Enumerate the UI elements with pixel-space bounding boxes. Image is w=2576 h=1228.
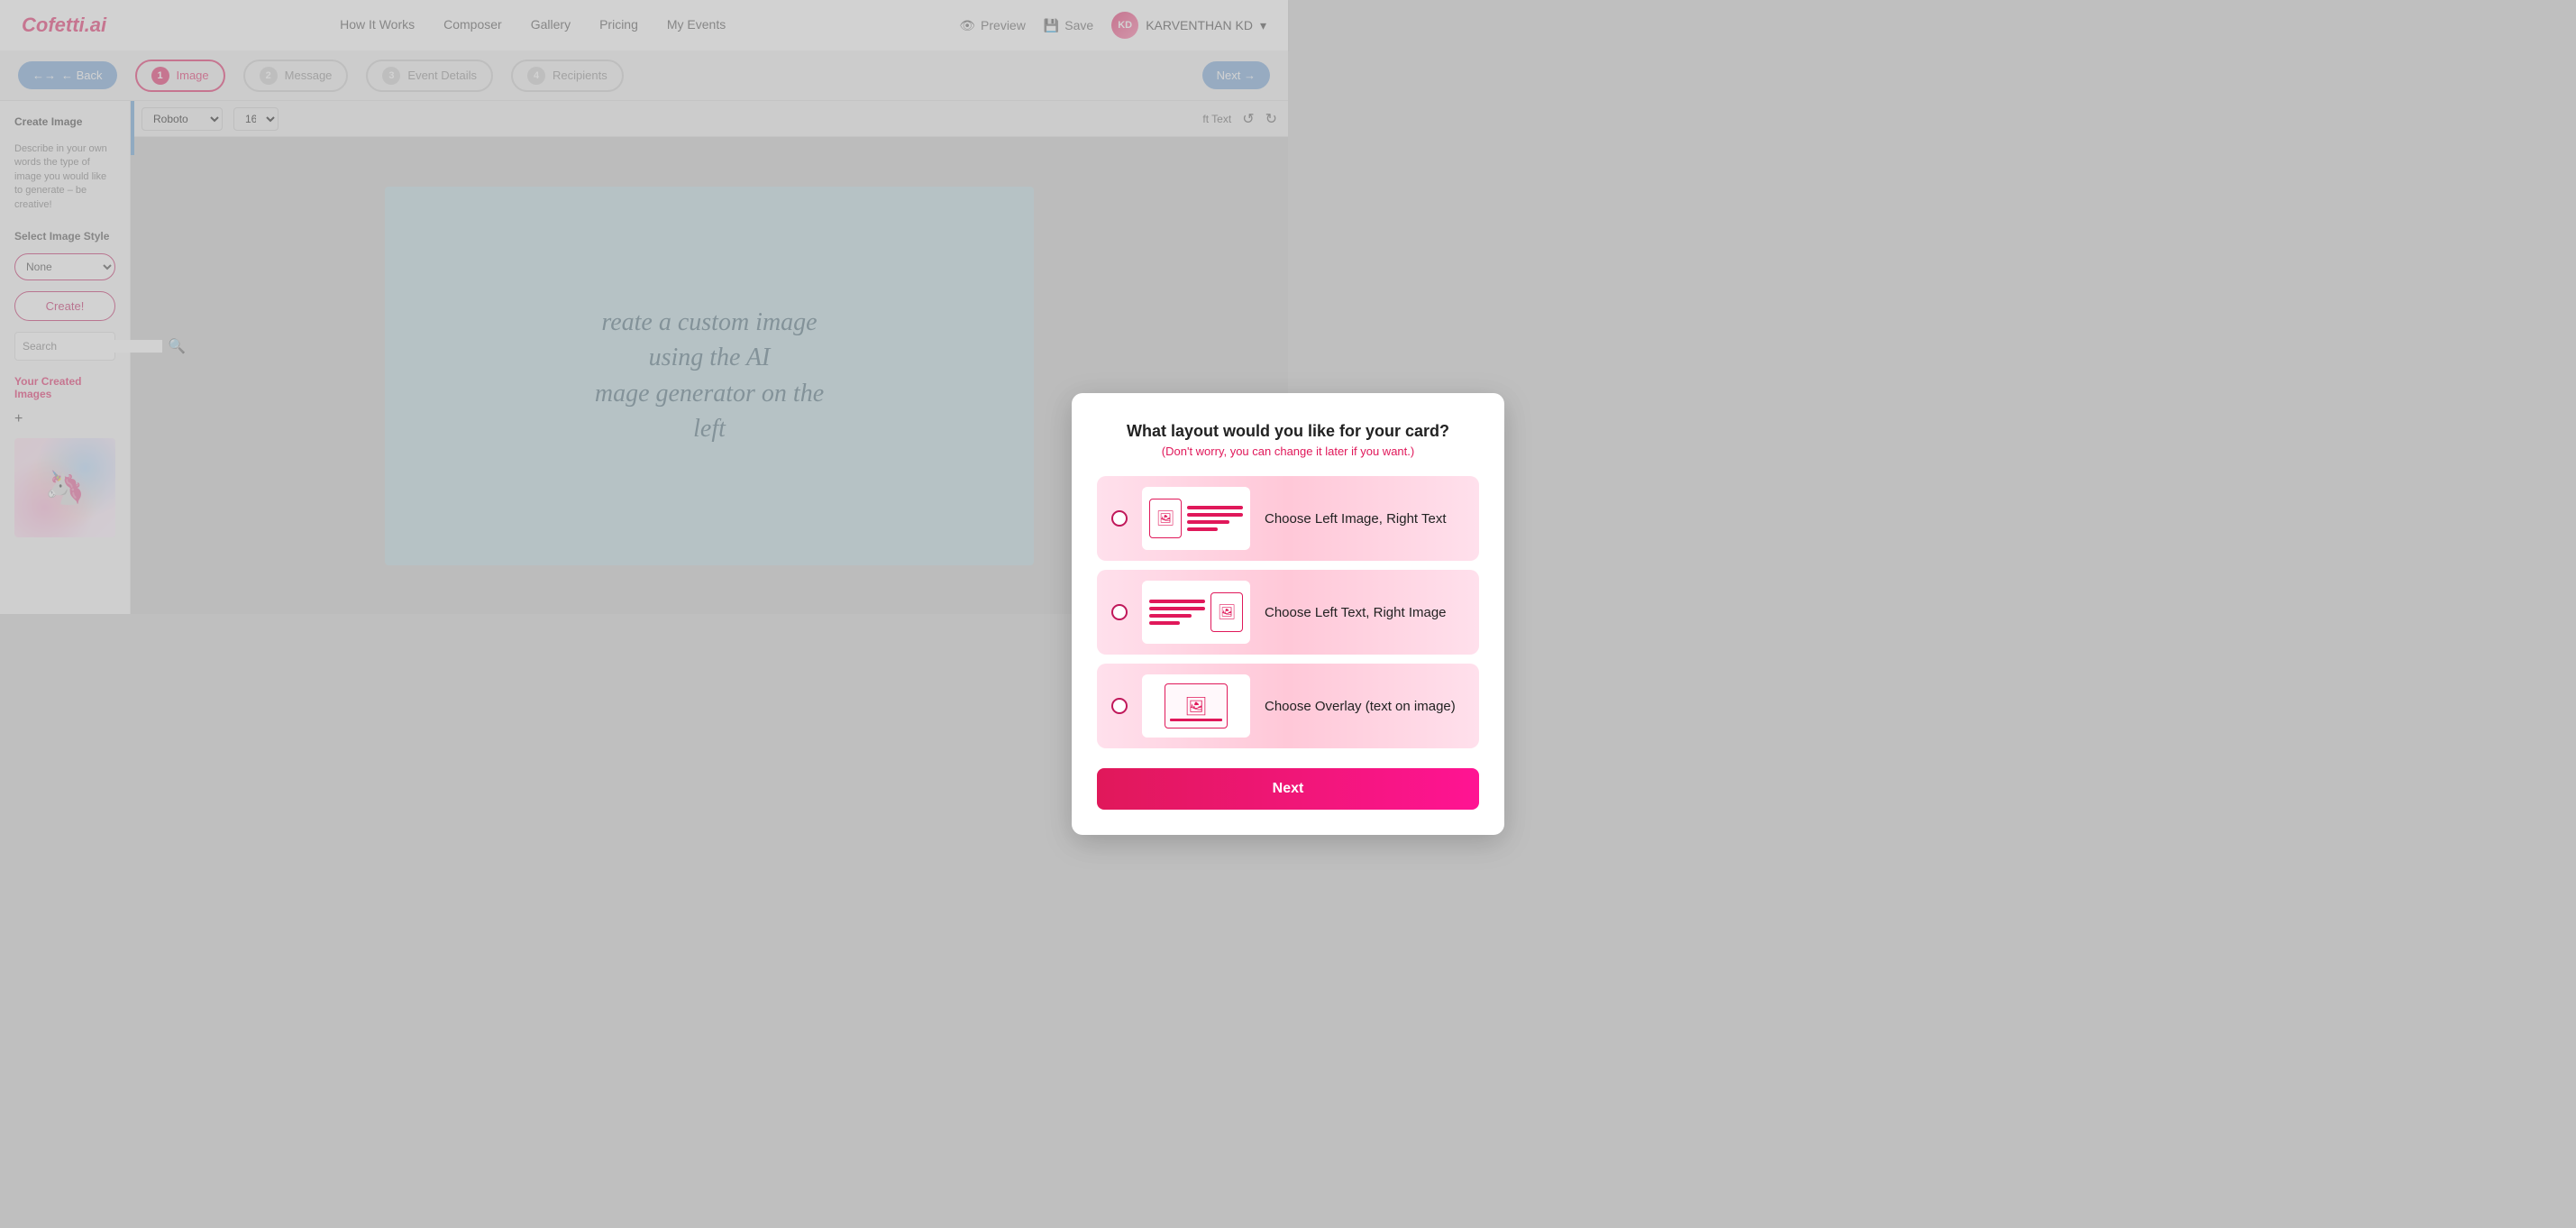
overlay-image-icon: 🖼 xyxy=(1184,695,1207,718)
layout-option-left-image-right-text[interactable]: 🖼 Choose Left Image, Right Text xyxy=(1097,476,1479,561)
layout-preview-left-image-right-text: 🖼 xyxy=(1142,487,1250,550)
text-line-a xyxy=(1149,600,1205,603)
preview-image-placeholder: 🖼 xyxy=(1149,499,1182,538)
layout-option-label-3: Choose Overlay (text on image) xyxy=(1265,699,1456,714)
layout-preview-overlay: 🖼 xyxy=(1142,674,1250,738)
radio-left-text-right-image[interactable] xyxy=(1111,604,1128,620)
layout-option-left-text-right-image[interactable]: 🖼 Choose Left Text, Right Image xyxy=(1097,570,1479,655)
modal-overlay: What layout would you like for your card… xyxy=(0,0,2576,1228)
layout-option-overlay[interactable]: 🖼 Choose Overlay (text on image) xyxy=(1097,664,1479,748)
layout-preview-left-text-right-image: 🖼 xyxy=(1142,581,1250,644)
preview-text-lines-2 xyxy=(1149,600,1205,625)
modal-next-button[interactable]: Next xyxy=(1097,768,1479,810)
text-line-1 xyxy=(1187,506,1243,509)
overlay-text-line xyxy=(1170,719,1222,721)
text-line-4 xyxy=(1187,527,1218,531)
radio-overlay[interactable] xyxy=(1111,698,1128,714)
text-line-3 xyxy=(1187,520,1229,524)
text-line-b xyxy=(1149,607,1205,610)
text-line-2 xyxy=(1187,513,1243,517)
image-icon: 🖼 xyxy=(1156,509,1174,527)
layout-modal: What layout would you like for your card… xyxy=(1072,393,1504,835)
text-line-c xyxy=(1149,614,1192,618)
text-line-d xyxy=(1149,621,1180,625)
layout-option-label-2: Choose Left Text, Right Image xyxy=(1265,605,1447,620)
radio-left-image-right-text[interactable] xyxy=(1111,510,1128,527)
modal-title: What layout would you like for your card… xyxy=(1097,422,1479,441)
layout-option-label-1: Choose Left Image, Right Text xyxy=(1265,511,1447,527)
modal-subtitle: (Don't worry, you can change it later if… xyxy=(1097,444,1479,458)
image-icon-2: 🖼 xyxy=(1218,603,1236,621)
preview-image-placeholder-2: 🖼 xyxy=(1210,592,1243,632)
preview-text-lines xyxy=(1187,506,1243,531)
